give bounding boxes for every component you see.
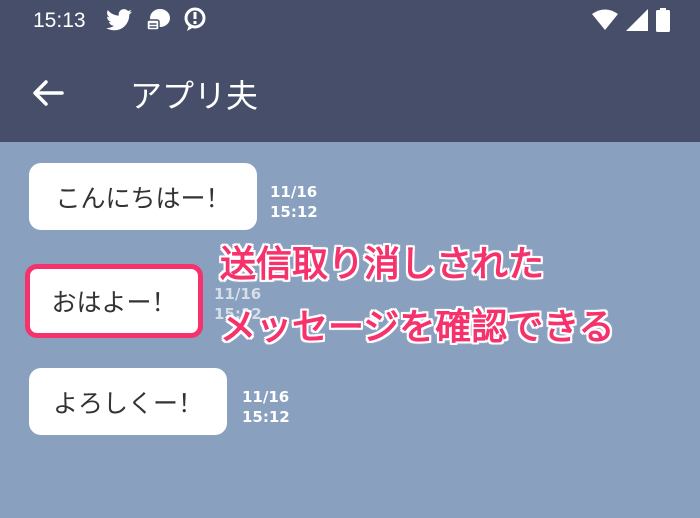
annotation-line-2: メッセージを確認できる [220,307,615,348]
annotation-line-1: 送信取り消しされた [220,244,545,285]
message-timestamp: 11/16 15:12 [242,387,290,427]
location-alert-icon [184,7,206,37]
status-right-icons [592,8,670,36]
status-bar: 15:13 [0,0,700,45]
arrow-back-icon [32,79,64,111]
status-left-icons [106,7,206,37]
unsent-message-bubble[interactable]: おはよー！ [25,264,203,338]
message-bubble[interactable]: よろしくー！ [29,368,227,435]
message-date: 11/16 [242,388,290,406]
message-date: 11/16 [270,183,318,201]
chat-area[interactable]: こんにちはー！ 11/16 15:12 11/16 15:12 おはよー！ よろ… [0,142,700,518]
status-time: 15:13 [33,9,86,32]
message-text: こんにちはー！ [55,183,231,213]
message-text: よろしくー！ [52,388,203,418]
app-title: アプリ夫 [130,77,259,115]
back-button[interactable] [28,75,68,115]
message-time: 15:12 [242,408,290,426]
message-timestamp: 11/16 15:12 [270,182,318,222]
cellular-signal-icon [626,9,648,35]
app-bar: アプリ夫 [0,45,700,142]
message-bubble[interactable]: こんにちはー！ [29,163,257,230]
message-time: 15:12 [270,203,318,221]
message-text: おはよー！ [51,288,177,317]
battery-icon [656,8,670,36]
wifi-icon [592,9,618,35]
chat-notification-icon [145,8,171,36]
twitter-icon [106,9,132,35]
